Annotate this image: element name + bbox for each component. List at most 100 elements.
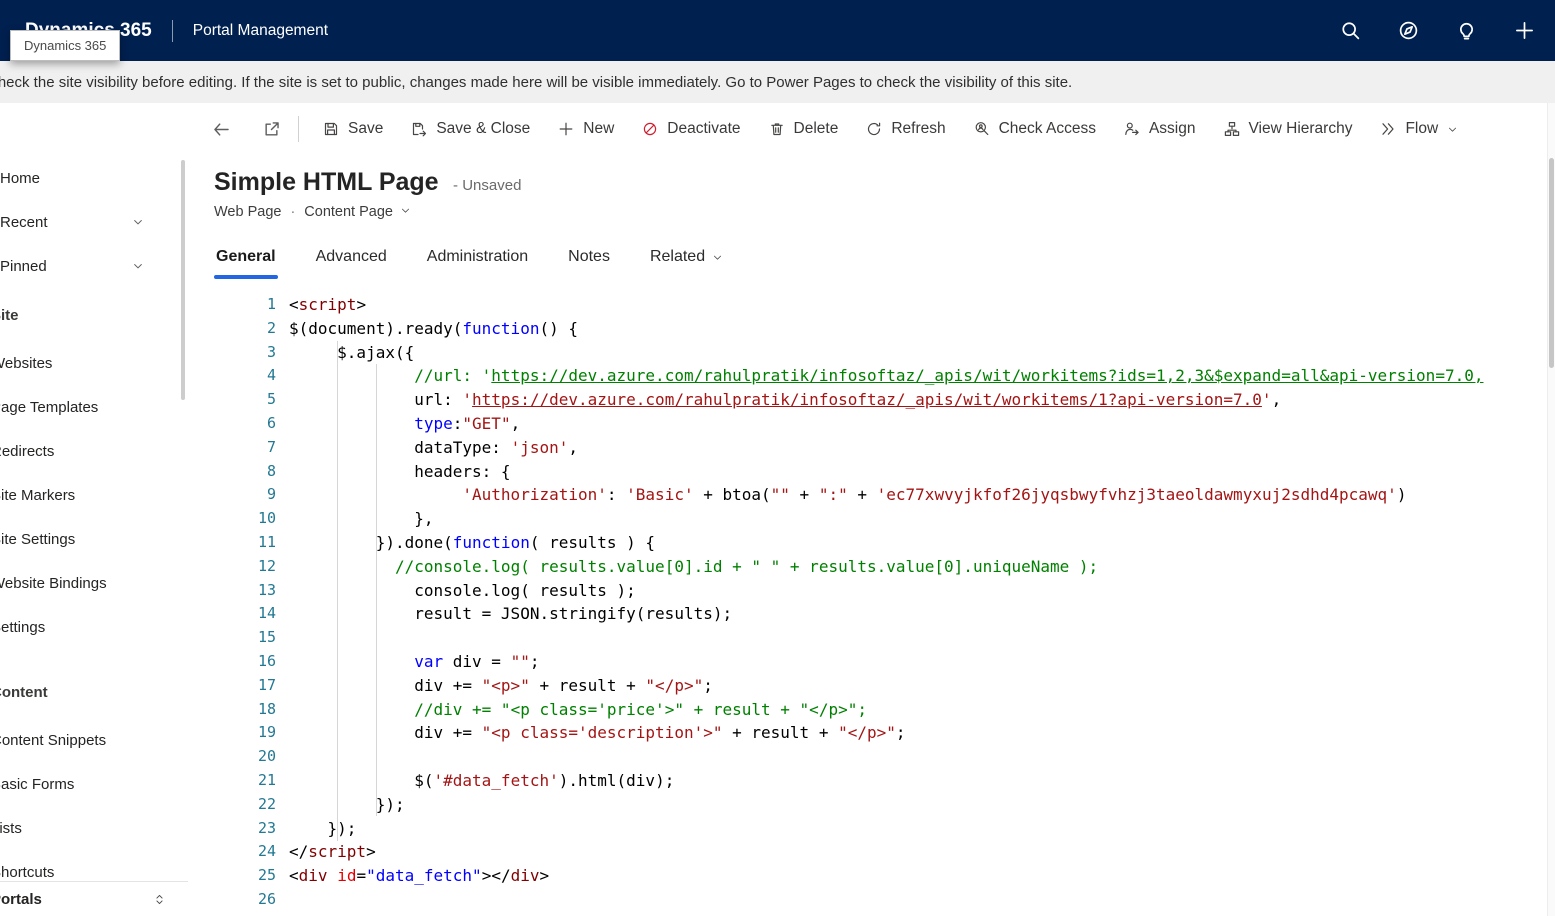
code-line[interactable]: 1 <script> [188,293,1555,317]
sidebar-item-lists[interactable]: Lists [0,806,188,850]
code-line[interactable]: 9 'Authorization': 'Basic' + btoa("" + "… [188,483,1555,507]
sidebar-item-websites[interactable]: Websites [0,341,188,385]
sidebar-item-settings[interactable]: Settings [0,605,188,649]
plus-icon [1514,20,1535,41]
page-title: Simple HTML Page [214,168,439,196]
code-line[interactable]: 11 }).done(function( results ) { [188,531,1555,555]
code-line-text: <script> [289,295,367,314]
code-line[interactable]: 25 <div id="data_fetch"></div> [188,864,1555,888]
code-line[interactable]: 13 console.log( results ); [188,579,1555,603]
compass-icon [1398,20,1419,41]
line-number: 14 [257,604,276,623]
code-line[interactable]: 23 }); [188,817,1555,841]
code-line[interactable]: 22 }); [188,793,1555,817]
topbar-icons [1340,20,1535,41]
area-switcher-icon [153,893,166,906]
topbar-search-button[interactable] [1340,20,1361,41]
page-scrollbar-thumb[interactable] [1549,158,1554,368]
command-label: Deactivate [667,120,741,137]
code-line[interactable]: 26 [188,888,1555,912]
sidebar-item-label: Site Settings [0,530,76,548]
sidebar-item-pinned[interactable]: Pinned [0,244,188,288]
code-line[interactable]: 10 }, [188,507,1555,531]
code-line[interactable]: 20 [188,745,1555,769]
sidebar-item-redirects[interactable]: Redirects [0,429,188,473]
command-refresh[interactable]: Refresh [852,108,959,150]
sidebar-item-home[interactable]: Home [0,156,188,200]
breadcrumb: Web Page · Content Page [214,204,1555,220]
line-number: 25 [257,866,276,885]
command-delete[interactable]: Delete [755,108,853,150]
code-line[interactable]: 16 var div = ""; [188,650,1555,674]
tab-advanced[interactable]: Advanced [314,246,389,279]
sidebar-item-label: Website Bindings [0,574,107,592]
command-flow[interactable]: Flow [1366,108,1472,150]
topbar-compass-button[interactable] [1398,20,1419,41]
code-line[interactable]: 6 type:"GET", [188,412,1555,436]
tab-administration[interactable]: Administration [425,246,530,279]
code-line-text: $('#data_fetch').html(div); [289,770,675,790]
code-line[interactable]: 4 //url: 'https://dev.azure.com/rahulpra… [188,364,1555,388]
line-number: 5 [266,390,276,409]
command-label: Flow [1405,120,1439,137]
code-line[interactable]: 21 $('#data_fetch').html(div); [188,769,1555,793]
command-bar: Save Save & Close New Deactivate Delete Refre… [188,103,1555,155]
command-label: Refresh [891,120,946,137]
code-line[interactable]: 7 dataType: 'json', [188,436,1555,460]
form-selector[interactable]: Content Page [304,204,411,220]
back-button[interactable] [204,109,238,149]
code-line[interactable]: 15 [188,626,1555,650]
save-close-icon [411,121,427,137]
chevron-down-icon [400,204,411,220]
sidebar-item-page-templates[interactable]: Page Templates [0,385,188,429]
code-line[interactable]: 18 //div += "<p class='price'>" + result… [188,698,1555,722]
page-scrollbar[interactable] [1547,103,1555,916]
command-save-close[interactable]: Save & Close [397,108,544,150]
popout-button[interactable] [254,109,288,149]
tab-label: Administration [426,248,529,265]
top-navigation-bar: Dynamics 365 Portal Management [0,0,1555,61]
command-assign[interactable]: Assign [1110,108,1210,150]
code-line[interactable]: 24 </script> [188,840,1555,864]
code-line[interactable]: 14 result = JSON.stringify(results); [188,602,1555,626]
sidebar-item-recent[interactable]: Recent [0,200,188,244]
sidebar-item-website-bindings[interactable]: Website Bindings [0,561,188,605]
code-line[interactable]: 12 //console.log( results.value[0].id + … [188,555,1555,579]
plus-icon [558,121,574,137]
topbar-plus-button[interactable] [1514,20,1535,41]
sidebar-item-content-snippets[interactable]: Content Snippets [0,718,188,762]
lightbulb-icon [1456,20,1477,41]
line-number: 20 [257,747,276,766]
topbar-lightbulb-button[interactable] [1456,20,1477,41]
tab-notes[interactable]: Notes [566,246,612,279]
command-new[interactable]: New [544,108,628,150]
code-line-text: <div id="data_fetch"></div> [289,866,550,886]
sidebar-item-site-settings[interactable]: Site Settings [0,517,188,561]
app-name[interactable]: Portal Management [193,22,328,40]
sidebar-item-basic-forms[interactable]: Basic Forms [0,762,188,806]
code-line[interactable]: 8 headers: { [188,460,1555,484]
sidebar-scrollbar[interactable] [181,160,185,400]
code-line-text: }).done(function( results ) { [289,532,656,552]
command-label: View Hierarchy [1248,120,1353,137]
command-save[interactable]: Save [309,108,397,150]
sidebar-item-site-markers[interactable]: Site Markers [0,473,188,517]
code-line[interactable]: 17 div += "<p>" + result + "</p>"; [188,674,1555,698]
command-deactivate[interactable]: Deactivate [628,108,754,150]
code-line[interactable]: 5 url: 'https://dev.azure.com/rahulprati… [188,388,1555,412]
code-line-text: $.ajax({ [289,342,415,362]
line-number: 24 [257,842,276,861]
command-label: Save [348,120,384,137]
command-view-hierarchy[interactable]: View Hierarchy [1210,108,1367,150]
code-line[interactable]: 3 $.ajax({ [188,341,1555,365]
line-number: 19 [257,723,276,742]
area-switcher[interactable]: Portals [0,881,188,916]
command-check-access[interactable]: Check Access [960,108,1110,150]
tab-related[interactable]: Related [648,246,725,279]
sidebar-item-label: Page Templates [0,398,99,416]
code-line[interactable]: 19 div += "<p class='description'>" + re… [188,721,1555,745]
check-access-icon [974,121,990,137]
tab-general[interactable]: General [214,246,278,279]
code-line[interactable]: 2 $(document).ready(function() { [188,317,1555,341]
line-number: 1 [266,295,276,313]
